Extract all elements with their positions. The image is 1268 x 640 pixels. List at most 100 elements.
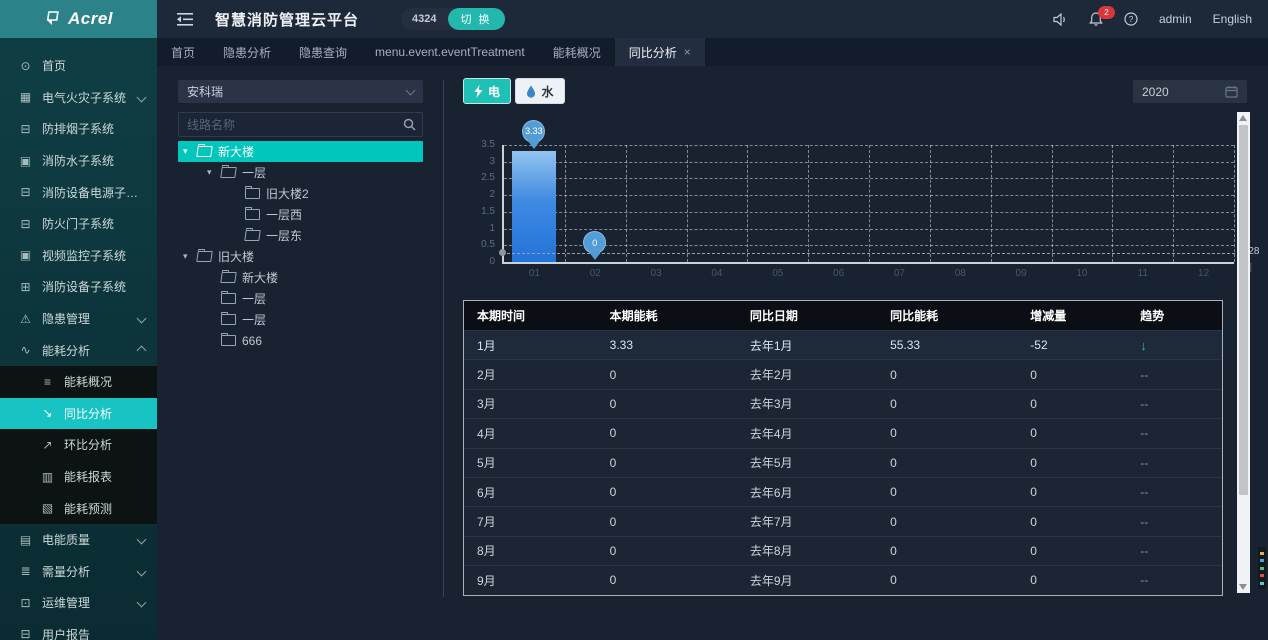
pulse-icon: ∿ [18, 343, 33, 357]
tab-label: menu.event.eventTreatment [375, 45, 525, 59]
sidebar-item-防火门子系统[interactable]: ⊟防火门子系统 [0, 208, 157, 240]
trend-cell: -- [1127, 485, 1222, 499]
table-cell: 0 [1017, 485, 1127, 499]
tree-node-一层东[interactable]: 一层东 [178, 225, 423, 246]
header-right: 2 ? admin English [1053, 12, 1268, 26]
sidebar-item-label: 消防水子系统 [42, 152, 114, 169]
sidebar-item-电气火灾子系统[interactable]: ▦电气火灾子系统 [0, 82, 157, 114]
bell-icon[interactable]: 2 [1089, 12, 1103, 26]
sidebar-item-能耗分析[interactable]: ∿能耗分析 [0, 334, 157, 366]
sidebar-item-运维管理[interactable]: ⊡运维管理 [0, 587, 157, 619]
help-icon[interactable]: ? [1124, 12, 1138, 26]
tree-node-新大楼[interactable]: ▾新大楼 [178, 141, 423, 162]
scrollbar-thumb[interactable] [1239, 125, 1248, 495]
tab-label: 能耗概况 [553, 44, 601, 61]
sidebar-item-隐患管理[interactable]: ⚠隐患管理 [0, 303, 157, 335]
sidebar-item-能耗预测[interactable]: ▧能耗预测 [0, 492, 157, 524]
scroll-down-icon[interactable] [1239, 584, 1247, 590]
sidebar-item-label: 能耗概况 [64, 373, 112, 390]
water-button[interactable]: 水 [515, 78, 565, 104]
tree-node-一层[interactable]: ▾一层 [178, 162, 423, 183]
switch-button[interactable]: 切 换 [448, 8, 505, 30]
tree-node-一层西[interactable]: 一层西 [178, 204, 423, 225]
year-picker[interactable]: 2020 [1133, 80, 1247, 103]
table-cell: 1月 [464, 337, 597, 354]
tab-同比分析[interactable]: 同比分析 × [615, 38, 705, 66]
device-tree-panel: 安科瑞 ▾新大楼▾一层旧大楼2一层西一层东▾旧大楼新大楼一层一层666 [178, 80, 423, 351]
chevron-down-icon [406, 85, 416, 95]
sidebar-item-防排烟子系统[interactable]: ⊟防排烟子系统 [0, 113, 157, 145]
table-cell: 0 [877, 515, 1017, 529]
table-cell: 0 [877, 456, 1017, 470]
sidebar-item-用户报告[interactable]: ⊟用户报告 [0, 619, 157, 640]
water-button-label: 水 [541, 83, 553, 100]
sidebar-item-消防水子系统[interactable]: ▣消防水子系统 [0, 145, 157, 177]
search-icon[interactable] [396, 118, 422, 131]
language-switcher[interactable]: English [1213, 12, 1252, 26]
energy-chart: 013.33020030405060708091011123.532.521.5… [457, 115, 1262, 300]
sidebar-item-电能质量[interactable]: ▤电能质量 [0, 524, 157, 556]
user-menu[interactable]: admin [1159, 12, 1192, 26]
electric-button[interactable]: 电 [463, 78, 511, 104]
tree-node-旧大楼2[interactable]: 旧大楼2 [178, 183, 423, 204]
tree-node-旧大楼[interactable]: ▾旧大楼 [178, 246, 423, 267]
tree-node-新大楼[interactable]: 新大楼 [178, 267, 423, 288]
table-cell: 去年3月 [737, 395, 877, 412]
tab-隐患分析[interactable]: 隐患分析 [209, 38, 285, 66]
v-gridline [1234, 145, 1235, 262]
sidebar-item-首页[interactable]: ⊙首页 [0, 50, 157, 82]
sidebar-item-消防设备电源子系统[interactable]: ⊟消防设备电源子系统 [0, 176, 157, 208]
sidebar-item-能耗报表[interactable]: ▥能耗报表 [0, 461, 157, 493]
v-gridline [930, 145, 931, 262]
table-cell: 0 [1017, 544, 1127, 558]
volume-icon[interactable] [1053, 13, 1068, 26]
tab-label: 同比分析 [629, 44, 677, 61]
logo-text: Acrel [68, 9, 113, 29]
table-row: 8月0去年8月00-- [464, 536, 1222, 565]
sidebar-item-能耗概况[interactable]: ≡能耗概况 [0, 366, 157, 398]
tab-首页[interactable]: 首页 [157, 38, 209, 66]
menu-fold-icon[interactable] [177, 13, 193, 26]
sidebar-item-同比分析[interactable]: ↘同比分析 [0, 398, 157, 430]
tab-label: 首页 [171, 44, 195, 61]
sidebar-item-label: 运维管理 [42, 594, 90, 611]
tree-node-label: 666 [242, 334, 262, 348]
sidebar-item-视频监控子系统[interactable]: ▣视频监控子系统 [0, 240, 157, 272]
tab-能耗概况[interactable]: 能耗概况 [539, 38, 615, 66]
header: 智慧消防管理云平台 4324 切 换 2 [157, 0, 1268, 38]
sidebar-item-消防设备子系统[interactable]: ⊞消防设备子系统 [0, 271, 157, 303]
caret-down-icon: ▾ [207, 167, 220, 178]
folder-icon [221, 293, 236, 304]
close-icon[interactable]: × [684, 45, 691, 59]
sidebar-item-环比分析[interactable]: ↗环比分析 [0, 429, 157, 461]
table-cell: 0 [597, 368, 737, 382]
sidebar: Acrel ⊙首页▦电气火灾子系统⊟防排烟子系统▣消防水子系统⊟消防设备电源子系… [0, 0, 157, 640]
table-cell: 5月 [464, 454, 597, 471]
tab-menu.event.eventTreatment[interactable]: menu.event.eventTreatment [361, 38, 539, 66]
trend-down-icon: ↓ [1127, 338, 1222, 353]
table-row: 2月0去年2月00-- [464, 359, 1222, 388]
x-axis-label: 06 [824, 268, 854, 279]
trend-cell: -- [1127, 426, 1222, 440]
mini-dot [1260, 582, 1264, 585]
sidebar-item-需量分析[interactable]: ≣需量分析 [0, 556, 157, 588]
y-axis-label: 1.5 [457, 206, 495, 217]
bar-chart-icon: ▥ [40, 470, 55, 484]
tree-node-label: 新大楼 [218, 143, 254, 160]
chart-box-icon: ▧ [40, 501, 55, 515]
content-scrollbar[interactable] [1237, 112, 1250, 593]
tree-node-label: 一层东 [266, 227, 302, 244]
sidebar-item-label: 防火门子系统 [42, 215, 114, 232]
mini-dot [1260, 552, 1264, 555]
chart-icon: ▦ [18, 90, 33, 104]
tree-node-一层[interactable]: 一层 [178, 288, 423, 309]
search-input[interactable] [179, 118, 396, 132]
count-badge: 4324 [401, 13, 447, 25]
scroll-up-icon[interactable] [1239, 115, 1247, 121]
tree-node-666[interactable]: 666 [178, 330, 423, 351]
v-gridline [626, 145, 627, 262]
organization-select[interactable]: 安科瑞 [178, 80, 423, 103]
tree-node-一层[interactable]: 一层 [178, 309, 423, 330]
tab-隐患查询[interactable]: 隐患查询 [285, 38, 361, 66]
water-drop-icon [526, 85, 536, 98]
